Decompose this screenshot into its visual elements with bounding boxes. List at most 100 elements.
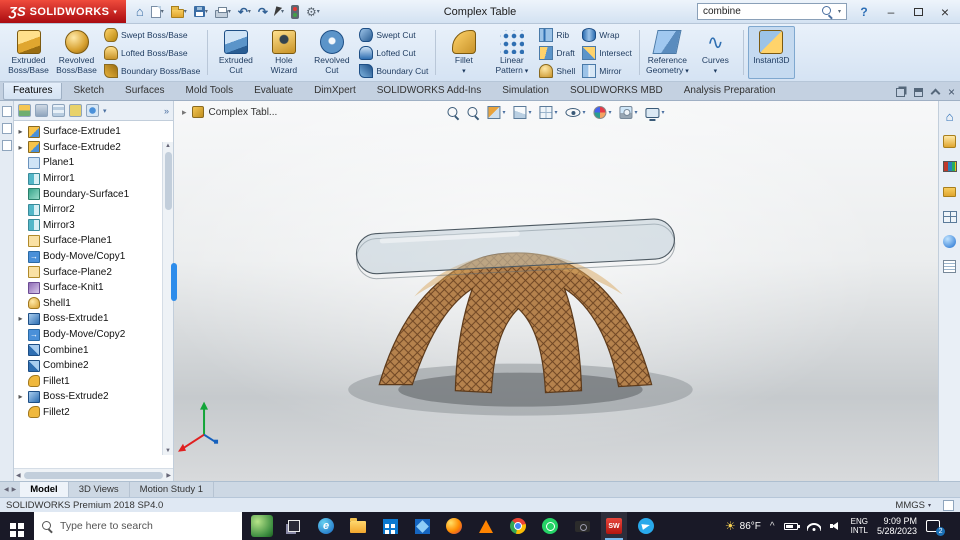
tree-item[interactable]: Surface-Extrude2 (16, 140, 161, 156)
solidworks-app-button[interactable] (601, 512, 627, 540)
action-center-icon[interactable]: 2 (926, 520, 945, 536)
shell-button[interactable]: Shell (536, 62, 578, 79)
select-button[interactable]: ▾ (273, 3, 286, 21)
tab-mold-tools[interactable]: Mold Tools (176, 83, 244, 100)
firefox-button[interactable] (441, 512, 467, 540)
close-button[interactable] (935, 3, 955, 21)
appearances-button[interactable] (942, 234, 957, 249)
curves-button[interactable]: Curves (692, 26, 739, 79)
extruded-boss-base-button[interactable]: Extruded Boss/Base (5, 26, 52, 79)
collapsed-panel-icon[interactable] (1, 123, 12, 134)
tree-item[interactable]: Combine2 (16, 358, 161, 374)
tab-model[interactable]: Model (20, 482, 69, 497)
expand-arrow-icon[interactable] (16, 314, 25, 323)
telegram-button[interactable] (633, 512, 659, 540)
view-palette-button[interactable] (942, 209, 957, 224)
home-button[interactable] (134, 3, 146, 21)
microsoft-store-button[interactable] (377, 512, 403, 540)
clock[interactable]: 9:09 PM 5/28/2023 (877, 516, 917, 536)
maximize-button[interactable] (908, 3, 928, 21)
help-button[interactable] (854, 3, 874, 21)
scroll-left-icon[interactable] (16, 472, 21, 479)
tree-item[interactable]: Mirror3 (16, 218, 161, 234)
tab-solidworks-add-ins[interactable]: SOLIDWORKS Add-Ins (367, 83, 491, 100)
graphics-viewport[interactable]: Complex Tabl... (174, 101, 938, 481)
extruded-cut-button[interactable]: Extruded Cut (212, 26, 259, 79)
tab-features[interactable]: Features (3, 83, 63, 100)
display-style-button[interactable] (539, 106, 557, 119)
task-pane-home-button[interactable] (942, 109, 957, 124)
tab-simulation[interactable]: Simulation (492, 83, 559, 100)
expand-arrow-icon[interactable] (16, 143, 25, 152)
status-panel-icon[interactable] (943, 499, 954, 511)
manager-overflow-icon[interactable]: » (164, 106, 169, 116)
displaymanager-icon[interactable] (86, 104, 99, 117)
close-pane-icon[interactable] (948, 85, 955, 99)
view-orientation-button[interactable] (513, 106, 531, 119)
featuremanager-icon[interactable] (18, 104, 31, 117)
section-view-button[interactable] (487, 106, 505, 119)
collapse-ribbon-icon[interactable] (930, 88, 941, 99)
tree-horizontal-scrollbar[interactable] (14, 468, 173, 481)
configurationmanager-icon[interactable] (52, 104, 65, 117)
rib-button[interactable]: Rib (536, 26, 578, 43)
volume-icon[interactable] (829, 521, 842, 531)
tree-item[interactable]: Shell1 (16, 296, 161, 312)
tree-item[interactable]: Body-Move/Copy2 (16, 327, 161, 343)
hole-wizard-button[interactable]: Hole Wizard (260, 26, 307, 79)
mirror-button[interactable]: Mirror (579, 62, 635, 79)
model-scene[interactable] (174, 101, 938, 481)
file-explorer-button[interactable] (942, 184, 957, 199)
tree-item[interactable]: Surface-Plane1 (16, 233, 161, 249)
tree-item[interactable]: Mirror2 (16, 202, 161, 218)
intersect-button[interactable]: Intersect (579, 44, 635, 61)
tree-item[interactable]: Surface-Knit1 (16, 280, 161, 296)
search-icon[interactable] (821, 6, 833, 17)
command-search-input[interactable]: combine ▾ (697, 3, 847, 20)
tray-expand-chevron-icon[interactable] (770, 521, 775, 532)
photos-button[interactable] (409, 512, 435, 540)
view-settings-button[interactable] (645, 107, 665, 118)
propertymanager-icon[interactable] (35, 104, 48, 117)
wrap-button[interactable]: Wrap (579, 26, 635, 43)
scroll-right-icon[interactable] (166, 472, 171, 479)
vlc-button[interactable] (473, 512, 499, 540)
whatsapp-button[interactable] (537, 512, 563, 540)
units-selector[interactable]: MMGS ▾ (895, 500, 931, 511)
scroll-up-icon[interactable]: ▲ (163, 143, 173, 149)
apply-scene-button[interactable] (619, 106, 638, 119)
tree-item[interactable]: Body-Move/Copy1 (16, 249, 161, 265)
swept-cut-button[interactable]: Swept Cut (356, 26, 431, 43)
tree-item[interactable]: Boundary-Surface1 (16, 186, 161, 202)
solidworks-logo[interactable]: ƷS SOLIDWORKS ▾ (0, 0, 126, 23)
reference-geometry-button[interactable]: Reference Geometry (644, 26, 691, 79)
rebuild-button[interactable] (289, 3, 301, 21)
tab-scroll-right-icon[interactable] (12, 486, 17, 493)
tab-evaluate[interactable]: Evaluate (244, 83, 303, 100)
scroll-down-icon[interactable]: ▼ (163, 448, 173, 454)
custom-properties-button[interactable] (942, 259, 957, 274)
tree-item[interactable]: Plane1 (16, 155, 161, 171)
breadcrumb[interactable]: Complex Tabl... (182, 106, 277, 118)
pane-expand-icon[interactable] (913, 87, 923, 97)
scrollbar-thumb[interactable] (23, 471, 164, 479)
revolved-boss-base-button[interactable]: Revolved Boss/Base (53, 26, 100, 79)
news-interest-button[interactable] (249, 512, 275, 540)
tab-sketch[interactable]: Sketch (63, 83, 114, 100)
tree-item[interactable]: Combine1 (16, 342, 161, 358)
dimxpertmanager-icon[interactable] (69, 104, 82, 117)
swept-boss-base-button[interactable]: Swept Boss/Base (101, 26, 203, 43)
redo-button[interactable] (256, 3, 270, 21)
file-explorer-button[interactable] (345, 512, 371, 540)
breadcrumb-expand-icon[interactable] (182, 107, 187, 118)
weather-widget[interactable]: 86°F (725, 519, 761, 533)
options-button[interactable]: ▾ (304, 3, 322, 21)
instant3d-button[interactable]: Instant3D (747, 26, 795, 79)
panel-splitter-handle[interactable] (171, 263, 177, 301)
camera-button[interactable] (569, 512, 595, 540)
tab-motion-study-1[interactable]: Motion Study 1 (130, 482, 215, 497)
collapsed-panel-icon[interactable] (1, 140, 12, 151)
tree-item[interactable]: Fillet1 (16, 374, 161, 390)
zoom-area-button[interactable] (467, 106, 479, 119)
open-document-button[interactable]: ▾ (169, 3, 189, 21)
